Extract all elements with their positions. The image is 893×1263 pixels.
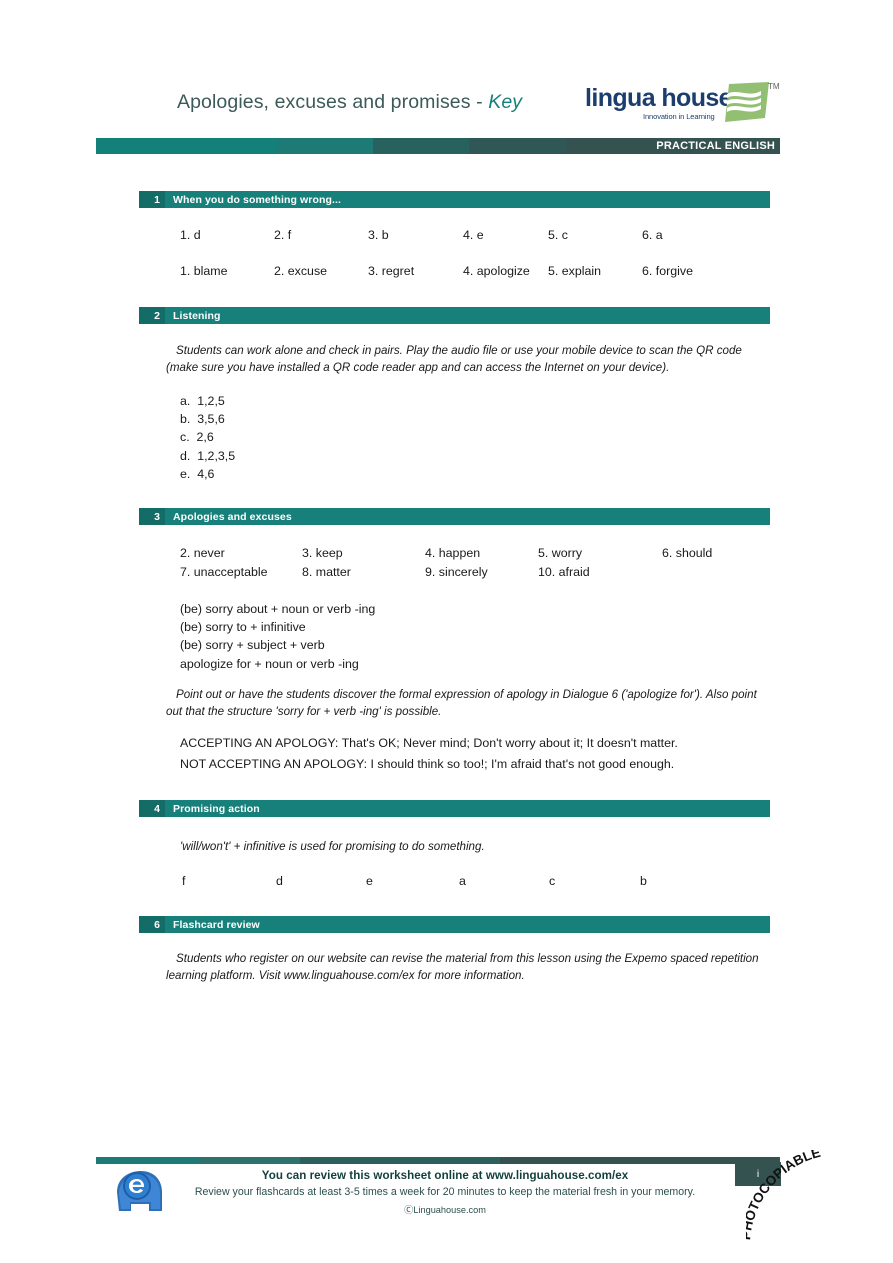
answer-cell: 10. afraid [538,565,590,579]
page-title: Apologies, excuses and promises - Key [177,91,522,114]
answer-cell: 7. unacceptable [180,565,268,579]
answer-cell: 2. never [180,546,225,560]
answer-list: a. 1,2,5 b. 3,5,6 c. 2,6 d. 1,2,3,5 e. 4… [180,392,235,483]
answer-row: f d e a c b [182,874,782,888]
answer-cell: b [640,874,647,888]
answer-cell: 2. excuse [274,264,328,278]
logo-tagline: Innovation in Learning [643,112,715,121]
book-leaf-icon [725,82,769,122]
answer-cell: 5. worry [538,546,583,560]
section-header-2: 2 Listening [139,307,770,324]
section-header-1: 1 When you do something wrong... [139,191,770,208]
section-number: 3 [139,508,165,525]
list-item: d. 1,2,3,5 [180,448,236,463]
banner-label: PRACTICAL ENGLISH [656,140,775,152]
structure-list: (be) sorry about + noun or verb -ing (be… [180,602,376,671]
answer-cell: 5. c [548,228,568,242]
linguahouse-logo: lingua house Innovation in Learning TM [585,82,780,134]
answer-cell: 1. d [180,228,201,242]
footer-bar-segment [96,1157,200,1164]
footer-copyright: ⒸLinguahouse.com [404,1205,486,1215]
section-title: Listening [173,309,221,322]
teacher-note: Students who register on our website can… [166,952,759,983]
practical-english-banner: PRACTICAL ENGLISH [96,138,780,154]
section-title: When you do something wrong... [173,193,342,206]
section-header-4: 4 Promising action [139,800,770,817]
answer-cell: 4. apologize [463,264,530,278]
section-header-3: 3 Apologies and excuses [139,508,770,525]
page-number-badge: i [735,1162,781,1186]
trademark-symbol: TM [768,82,780,91]
answer-cell: 6. should [662,546,713,560]
footer-line-2: Review your flashcards at least 3-5 time… [194,1186,696,1198]
section-title: Promising action [173,802,260,815]
answer-cell: f [182,874,186,888]
answer-cell: 3. keep [302,546,343,560]
answer-row: 1. d 2. f 3. b 4. e 5. c 6. a [180,228,780,242]
teacher-note: Students can work alone and check in pai… [166,344,742,375]
list-item: c. 2,6 [180,430,214,445]
footer-bar-segment [299,1157,501,1164]
banner-segment [96,138,277,154]
answer-cell: 3. regret [368,264,415,278]
answer-row: 7. unacceptable 8. matter 9. sincerely 1… [180,565,780,579]
section-number: 6 [139,916,165,933]
answer-cell: 3. b [368,228,389,242]
answer-cell: 6. a [642,228,663,242]
logo-wordmark: lingua house [585,84,733,112]
answer-cell: 8. matter [302,565,351,579]
section-number: 1 [139,191,165,208]
accepting-apology-line: ACCEPTING AN APOLOGY: That's OK; Never m… [180,736,678,750]
list-item: e. 4,6 [180,466,215,481]
section-number: 4 [139,800,165,817]
worksheet-page: Apologies, excuses and promises - Key li… [0,0,893,1263]
answer-row: 2. never 3. keep 4. happen 5. worry 6. s… [180,546,780,560]
answer-cell: 9. sincerely [425,565,488,579]
section-header-6: 6 Flashcard review [139,916,770,933]
footer-divider-bar [96,1157,780,1164]
teacher-note: Point out or have the students discover … [166,688,757,719]
footer-line-1: You can review this worksheet online at … [261,1169,629,1182]
answer-cell: a [459,874,466,888]
page-header: Apologies, excuses and promises - Key li… [96,78,780,136]
footer-text-block: You can review this worksheet online at … [180,1169,710,1216]
answer-cell: 4. e [463,228,484,242]
banner-segment [469,138,566,154]
answer-cell: 4. happen [425,546,481,560]
answer-cell: 2. f [274,228,292,242]
list-item: b. 3,5,6 [180,412,225,427]
answer-cell: c [549,874,556,888]
page-title-main: Apologies, excuses and promises - [177,91,489,113]
banner-segment [276,138,373,154]
expemo-head-icon [117,1171,162,1211]
page-title-key: Key [488,91,523,113]
footer-bar-segment [199,1157,300,1164]
section-number: 2 [139,307,165,324]
banner-segment [373,138,470,154]
teacher-note: 'will/won't' + infinitive is used for pr… [180,840,485,853]
section-title: Flashcard review [173,918,260,931]
answer-cell: 5. explain [548,264,602,278]
answer-cell: 1. blame [180,264,228,278]
answer-cell: 6. forgive [642,264,693,278]
list-item: a. 1,2,5 [180,394,225,408]
answer-row: 1. blame 2. excuse 3. regret 4. apologiz… [180,264,780,278]
answer-cell: d [276,874,283,888]
answer-cell: e [366,874,373,888]
section-title: Apologies and excuses [173,510,292,523]
not-accepting-apology-line: NOT ACCEPTING AN APOLOGY: I should think… [180,757,675,771]
